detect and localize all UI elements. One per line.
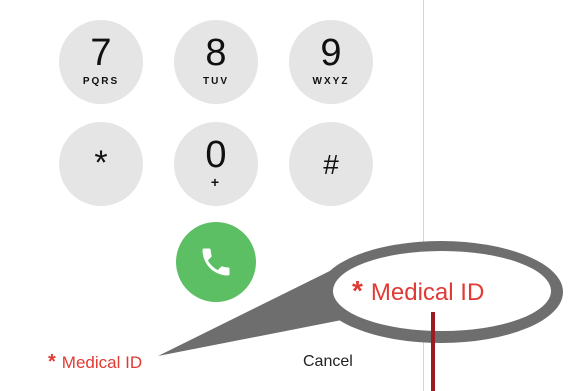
pointer-line xyxy=(431,312,435,391)
callout-label: Medical ID xyxy=(370,279,485,306)
callout-medical-id: * Medical ID xyxy=(352,275,484,307)
callout-magnifier xyxy=(158,241,563,356)
asterisk-icon: * xyxy=(352,275,363,306)
